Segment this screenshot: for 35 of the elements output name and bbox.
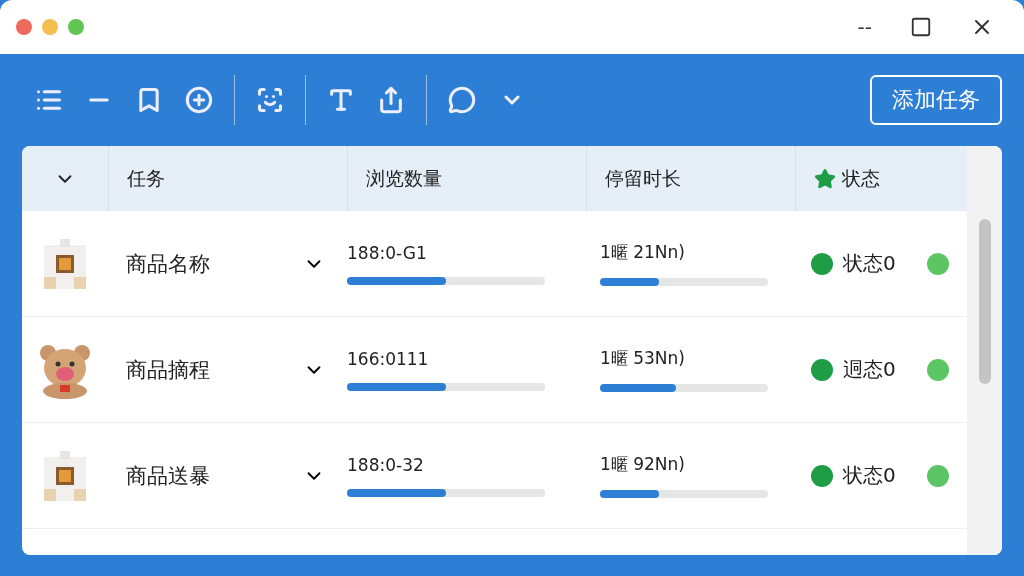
duration: 1暱 92Nn) bbox=[600, 453, 686, 476]
view-count: 166:0111 bbox=[347, 348, 430, 369]
minimize-dot[interactable] bbox=[42, 19, 58, 35]
task-name: 商品摘程 bbox=[126, 356, 211, 384]
status-indicator bbox=[927, 464, 949, 487]
status-dot bbox=[811, 358, 833, 381]
view-count: 188:0-32 bbox=[347, 454, 425, 475]
star-icon bbox=[814, 167, 836, 190]
maximize-icon[interactable] bbox=[910, 16, 932, 38]
column-header[interactable]: 任务 bbox=[127, 165, 165, 192]
scrollbar-thumb[interactable] bbox=[978, 219, 991, 384]
status-text: 状态0 bbox=[843, 462, 897, 489]
scan-icon[interactable] bbox=[256, 86, 284, 114]
status-dot bbox=[811, 252, 833, 275]
text-cursor-icon[interactable] bbox=[327, 86, 355, 114]
minimize-button[interactable]: -- bbox=[843, 15, 886, 39]
share-icon[interactable] bbox=[377, 86, 405, 114]
column-header[interactable]: 状态 bbox=[842, 165, 880, 192]
task-name: 商品名称 bbox=[126, 250, 211, 278]
duration: 1暱 53Nn) bbox=[600, 347, 686, 370]
close-dot[interactable] bbox=[16, 19, 32, 35]
add-icon[interactable] bbox=[185, 86, 213, 114]
status-indicator bbox=[927, 252, 949, 275]
view-count: 188:0-G1 bbox=[347, 242, 428, 263]
column-header[interactable]: 停留时长 bbox=[605, 165, 681, 192]
status-text: 迵态0 bbox=[843, 356, 897, 383]
status-indicator bbox=[927, 358, 949, 381]
status-dot bbox=[811, 464, 833, 487]
task-name: 商品送暴 bbox=[126, 462, 211, 490]
status-text: 状态0 bbox=[843, 250, 897, 277]
maximize-dot[interactable] bbox=[68, 19, 84, 35]
comment-icon[interactable] bbox=[448, 86, 476, 114]
duration: 1暱 21Nn) bbox=[600, 241, 686, 264]
column-header[interactable]: 浏览数量 bbox=[366, 165, 442, 192]
add-task-button[interactable]: 添加任务 bbox=[870, 75, 1002, 125]
